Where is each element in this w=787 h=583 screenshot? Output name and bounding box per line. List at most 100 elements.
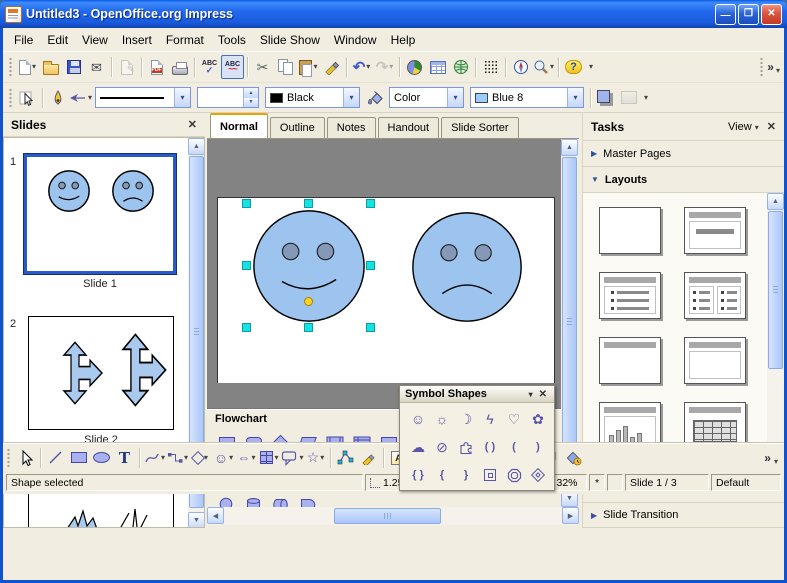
new-document-button[interactable]: ▾: [16, 55, 39, 79]
basic-shapes-button[interactable]: ▾: [189, 446, 212, 470]
toolbar-overflow-icon[interactable]: »: [767, 61, 774, 73]
tab-normal[interactable]: Normal: [210, 113, 268, 138]
right-brace-icon[interactable]: }: [464, 470, 468, 481]
menu-help[interactable]: Help: [384, 30, 423, 50]
toolbar-options-icon[interactable]: ▾: [644, 94, 648, 102]
tab-outline[interactable]: Outline: [270, 117, 325, 138]
line-width-spinner[interactable]: ▲▼: [197, 87, 259, 108]
scrollbar-thumb[interactable]: [768, 211, 783, 369]
section-master-pages[interactable]: ▶ Master Pages: [583, 141, 784, 167]
toolbar-options-icon[interactable]: ▾: [589, 63, 593, 71]
layout-title-two-content[interactable]: [684, 272, 746, 319]
scroll-left-icon[interactable]: ◀: [207, 507, 224, 524]
navigator-button[interactable]: [509, 55, 532, 79]
menu-file[interactable]: File: [7, 30, 40, 50]
slide-page[interactable]: [217, 197, 555, 383]
hyperlink-button[interactable]: [449, 55, 472, 79]
tab-notes[interactable]: Notes: [327, 117, 376, 138]
dropdown-arrow-icon[interactable]: ▾: [161, 454, 165, 462]
layout-blank[interactable]: [599, 207, 661, 254]
resize-handle[interactable]: [242, 323, 251, 332]
text-tool-button[interactable]: T: [113, 446, 136, 470]
toolbar-drag-handle[interactable]: [8, 57, 13, 77]
toolbar-drag-handle[interactable]: [6, 448, 11, 468]
workspace-horizontal-scrollbar[interactable]: ◀ ▶: [207, 507, 579, 525]
interaction-disabled-button[interactable]: [617, 86, 640, 110]
resize-handle[interactable]: [304, 199, 313, 208]
fill-color-combo[interactable]: Blue 8 ▾: [470, 87, 584, 108]
block-arrows-button[interactable]: ⇔▾: [235, 446, 258, 470]
close-button[interactable]: ✕: [761, 4, 782, 25]
dropdown-arrow-icon[interactable]: ▾: [299, 454, 303, 462]
dropdown-arrow-icon[interactable]: ▾: [550, 63, 554, 71]
export-pdf-button[interactable]: PDF: [145, 55, 168, 79]
glue-points-button[interactable]: [357, 446, 380, 470]
shadow-button[interactable]: [594, 86, 617, 110]
curve-tool-button[interactable]: ▾: [143, 446, 166, 470]
fill-style-combo[interactable]: Color ▾: [389, 87, 464, 108]
resize-handle[interactable]: [242, 261, 251, 270]
menu-format[interactable]: Format: [159, 30, 211, 50]
dropdown-arrow-icon[interactable]: ▾: [776, 67, 780, 75]
ellipse-tool-button[interactable]: [90, 446, 113, 470]
dropdown-arrow-icon[interactable]: ▾: [229, 454, 233, 462]
insert-table-button[interactable]: [426, 55, 449, 79]
scroll-up-icon[interactable]: ▲: [188, 138, 205, 155]
auto-spellcheck-button[interactable]: ABC~~: [221, 55, 244, 79]
flower-icon[interactable]: ✿: [532, 412, 544, 426]
symbol-shapes-titlebar[interactable]: Symbol Shapes ▾ ✕: [400, 386, 554, 403]
menu-view[interactable]: View: [75, 30, 115, 50]
layout-title-bullets[interactable]: [599, 272, 661, 319]
left-bracket-icon[interactable]: (: [512, 442, 516, 453]
menu-edit[interactable]: Edit: [40, 30, 75, 50]
combo-arrow-icon[interactable]: ▾: [447, 88, 463, 107]
select-button[interactable]: [14, 446, 37, 470]
save-button[interactable]: [62, 55, 85, 79]
layouts-scrollbar[interactable]: ▲ ▼: [767, 193, 784, 477]
tasks-view-menu[interactable]: View ▾: [728, 121, 759, 133]
sad-face-shape[interactable]: [410, 210, 524, 324]
line-style-combo[interactable]: ▾: [95, 87, 191, 108]
scroll-right-icon[interactable]: ▶: [562, 507, 579, 524]
spellcheck-button[interactable]: ABC✓: [198, 55, 221, 79]
dropdown-arrow-icon[interactable]: ▾: [184, 454, 188, 462]
dropdown-arrow-icon[interactable]: ▾: [366, 63, 370, 71]
combo-arrow-icon[interactable]: ▾: [567, 88, 583, 107]
print-button[interactable]: [168, 55, 191, 79]
adjustment-handle[interactable]: [304, 297, 313, 306]
cloud-icon[interactable]: ☁: [411, 440, 425, 454]
line-color-combo[interactable]: Black ▾: [265, 87, 360, 108]
tab-slide-sorter[interactable]: Slide Sorter: [441, 117, 518, 138]
line-tool-button[interactable]: [44, 446, 67, 470]
square-bevel-icon[interactable]: [484, 469, 496, 481]
window-menu-icon[interactable]: ▾: [525, 390, 537, 399]
cut-button[interactable]: ✂: [251, 55, 274, 79]
section-layouts[interactable]: ▼ Layouts: [583, 167, 784, 193]
dropdown-arrow-icon[interactable]: ▾: [389, 63, 393, 71]
layout-title-chart[interactable]: [599, 402, 661, 449]
combo-arrow-icon[interactable]: ▾: [343, 88, 359, 107]
copy-button[interactable]: [274, 55, 297, 79]
connector-tool-button[interactable]: ▾: [166, 446, 189, 470]
arrow-style-button[interactable]: ▾: [69, 86, 92, 110]
slide-thumbnail-2[interactable]: [28, 316, 174, 430]
dropdown-arrow-icon[interactable]: ▾: [88, 94, 92, 102]
maximize-button[interactable]: ❐: [738, 4, 759, 25]
layout-title-table[interactable]: [684, 402, 746, 449]
resize-handle[interactable]: [304, 323, 313, 332]
right-bracket-icon[interactable]: ): [536, 442, 540, 453]
open-button[interactable]: [39, 55, 62, 79]
title-bar[interactable]: Untitled3 - OpenOffice.org Impress — ❐ ✕: [0, 0, 787, 28]
smiley-face-shape[interactable]: [251, 208, 367, 324]
edit-points-button[interactable]: [334, 446, 357, 470]
flowchart-button[interactable]: ▾: [258, 446, 281, 470]
dropdown-arrow-icon[interactable]: ▾: [320, 454, 324, 462]
heart-icon[interactable]: ♡: [508, 412, 521, 426]
puzzle-icon[interactable]: [459, 440, 474, 454]
tab-handout[interactable]: Handout: [378, 117, 440, 138]
dropdown-arrow-icon[interactable]: ▾: [32, 63, 36, 71]
zoom-button[interactable]: ▾: [532, 55, 555, 79]
menu-window[interactable]: Window: [327, 30, 384, 50]
resize-handle[interactable]: [366, 261, 375, 270]
smiley-face-icon[interactable]: ☺: [411, 412, 425, 426]
